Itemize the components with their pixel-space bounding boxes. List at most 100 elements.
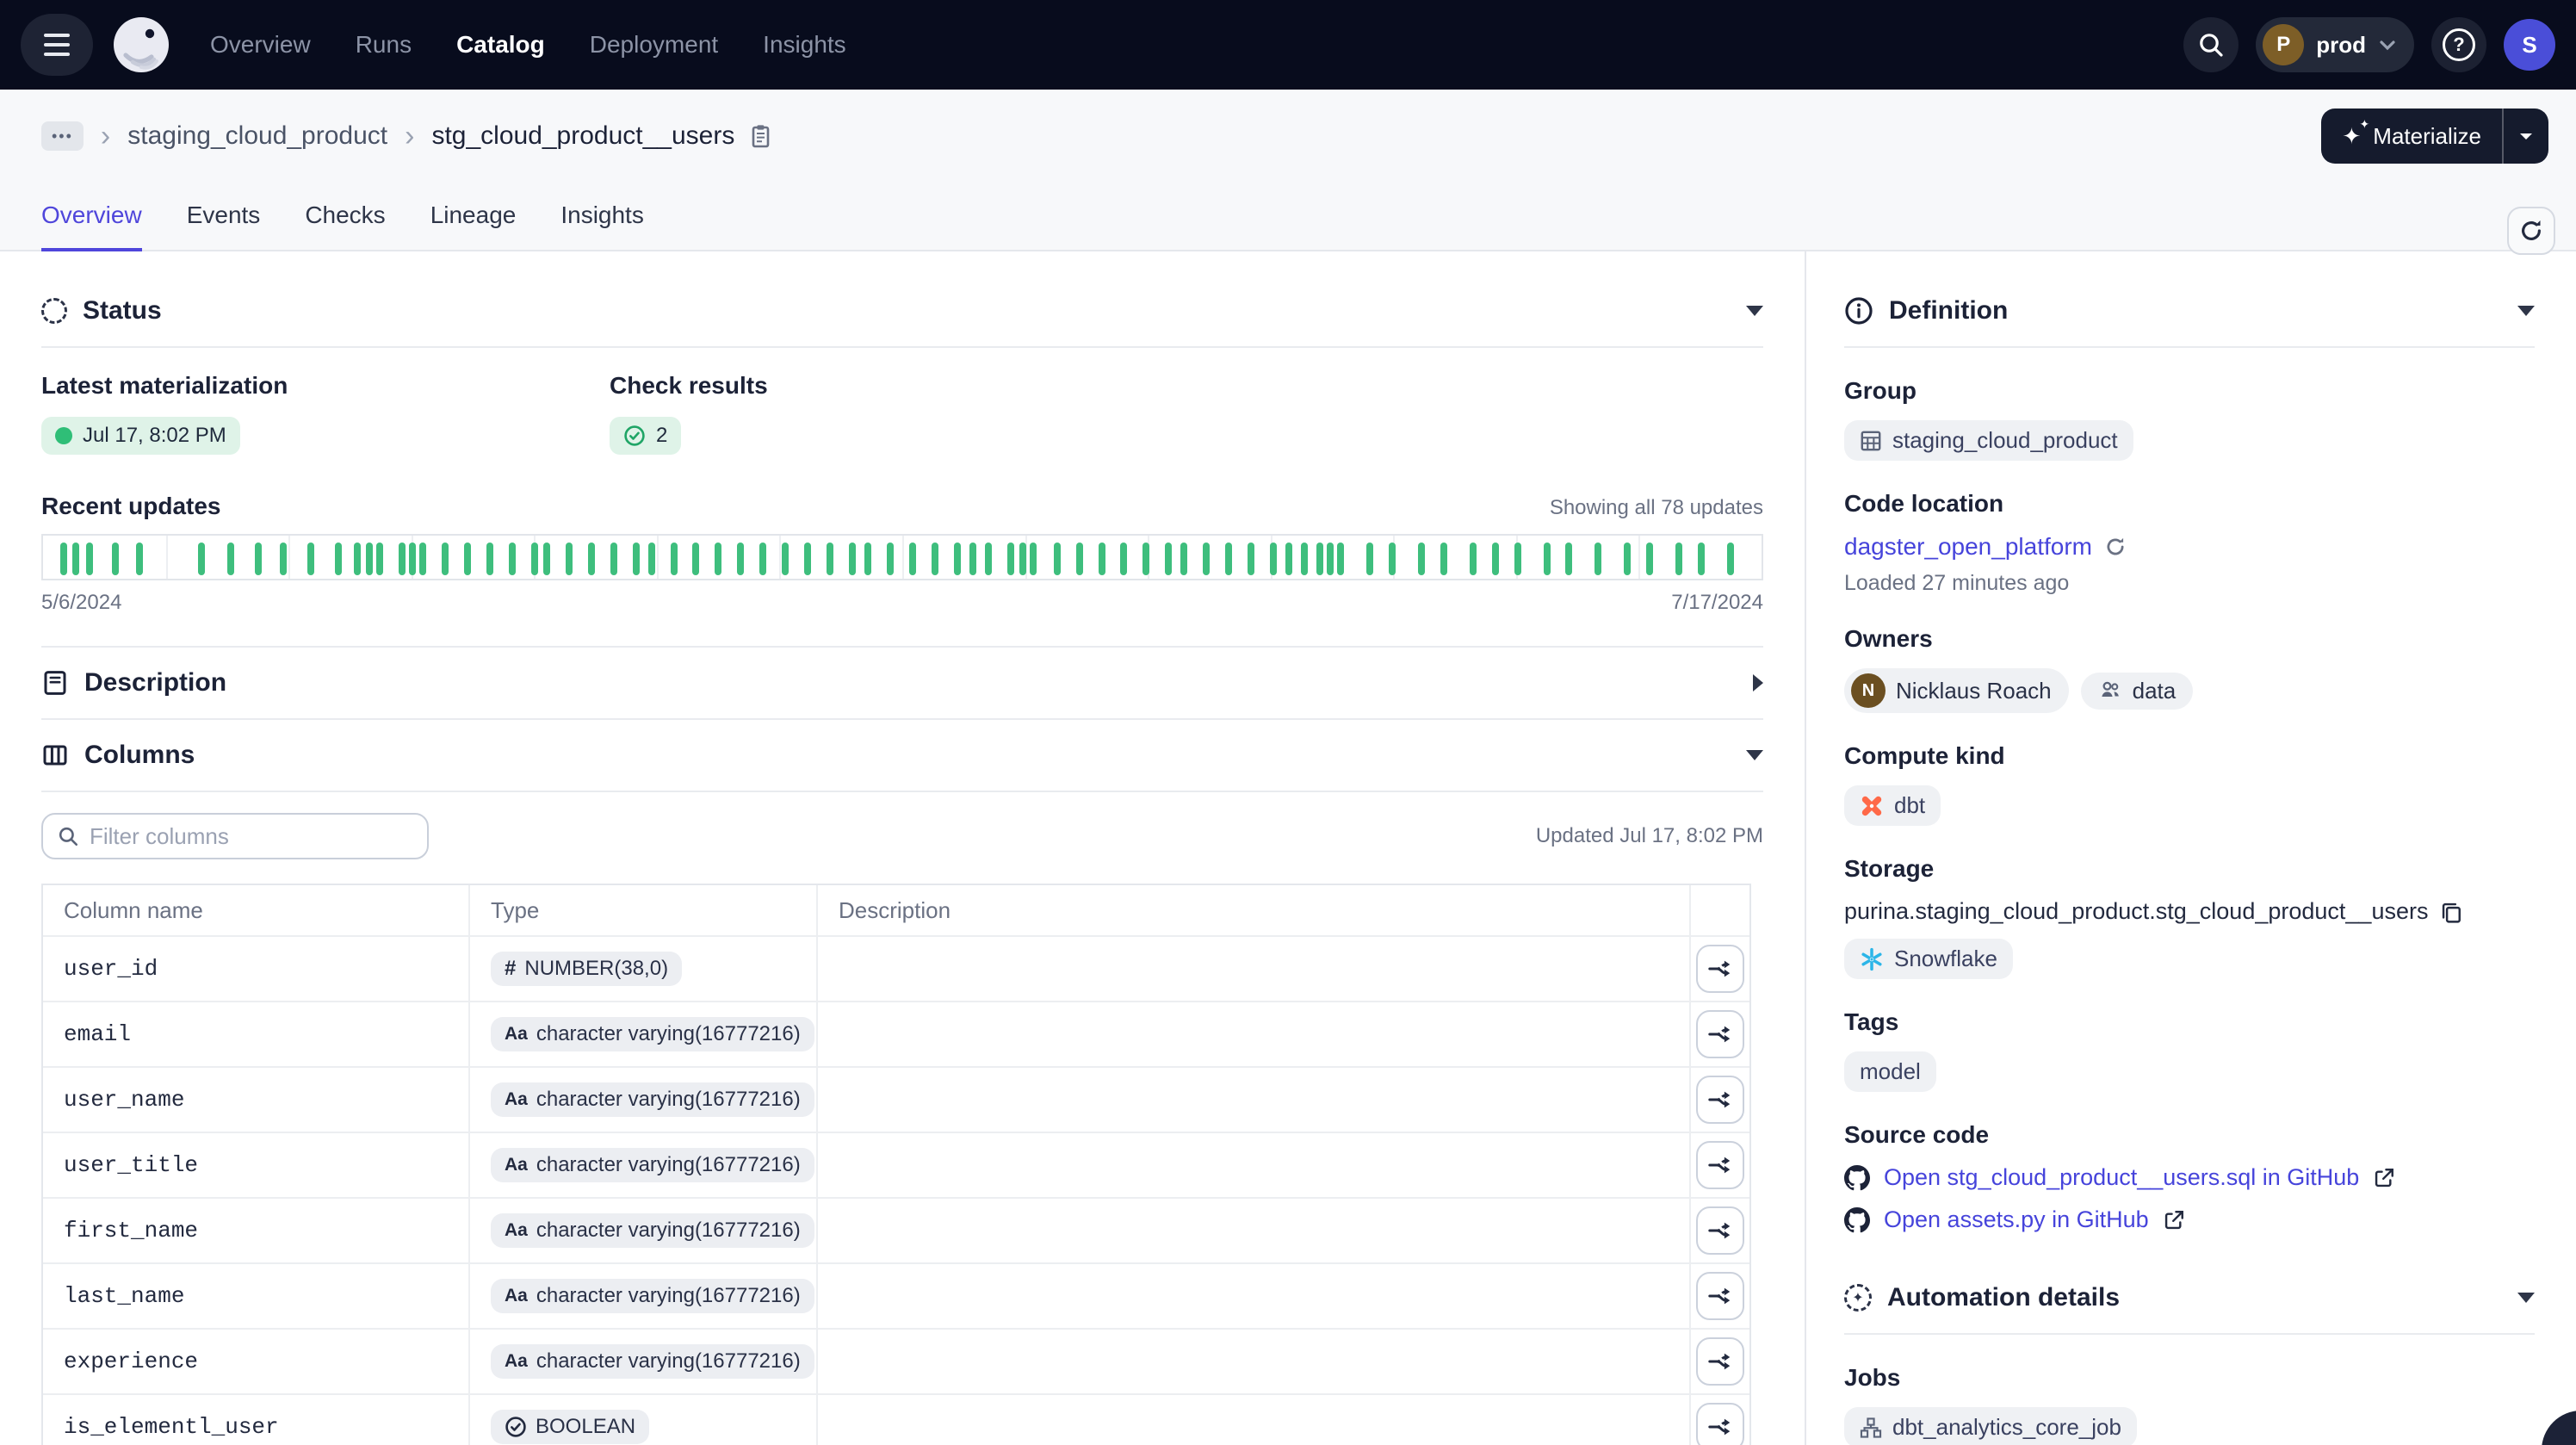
update-tick[interactable] (1019, 543, 1026, 575)
update-tick[interactable] (610, 543, 617, 575)
update-tick[interactable] (72, 543, 79, 575)
update-tick[interactable] (985, 543, 992, 575)
tab[interactable]: Events (187, 183, 261, 251)
update-tick[interactable] (1470, 543, 1477, 575)
description-section-header[interactable]: Description (0, 648, 1805, 718)
reload-icon[interactable] (2104, 536, 2127, 558)
update-tick[interactable] (671, 543, 678, 575)
update-tick[interactable] (1301, 543, 1308, 575)
update-tick[interactable] (1327, 543, 1334, 575)
columns-section-header[interactable]: Columns (0, 720, 1805, 791)
filter-columns-input[interactable] (90, 823, 413, 850)
update-tick[interactable] (419, 543, 426, 575)
update-tick[interactable] (376, 543, 383, 575)
update-tick[interactable] (648, 543, 655, 575)
help-button[interactable]: ? (2431, 17, 2486, 72)
column-lineage-button[interactable] (1696, 1206, 1744, 1255)
update-tick[interactable] (1366, 543, 1373, 575)
nav-item[interactable]: Insights (763, 31, 846, 59)
update-tick[interactable] (1389, 543, 1396, 575)
column-lineage-button[interactable] (1696, 1272, 1744, 1320)
update-tick[interactable] (1142, 543, 1149, 575)
update-tick[interactable] (112, 543, 119, 575)
definition-section-header[interactable]: Definition (1844, 251, 2535, 346)
update-tick[interactable] (442, 543, 449, 575)
update-tick[interactable] (307, 543, 314, 575)
update-tick[interactable] (86, 543, 93, 575)
update-tick[interactable] (1727, 543, 1734, 575)
update-tick[interactable] (1203, 543, 1210, 575)
update-tick[interactable] (1418, 543, 1425, 575)
update-tick[interactable] (1440, 543, 1447, 575)
deployment-switcher[interactable]: P prod (2256, 17, 2414, 72)
update-tick[interactable] (1099, 543, 1105, 575)
update-tick[interactable] (1544, 543, 1551, 575)
nav-item[interactable]: Catalog (456, 31, 545, 59)
tag-pill[interactable]: model (1844, 1051, 1936, 1092)
copy-icon[interactable] (2440, 901, 2462, 923)
update-tick[interactable] (409, 543, 416, 575)
update-tick[interactable] (1492, 543, 1499, 575)
update-tick[interactable] (1007, 543, 1014, 575)
breadcrumb-ellipsis-button[interactable]: ••• (41, 121, 84, 151)
update-tick[interactable] (1225, 543, 1232, 575)
column-lineage-button[interactable] (1696, 1337, 1744, 1386)
code-location-link[interactable]: dagster_open_platform (1844, 533, 2092, 561)
column-lineage-button[interactable] (1696, 1141, 1744, 1189)
update-tick[interactable] (864, 543, 871, 575)
nav-item[interactable]: Deployment (590, 31, 718, 59)
tab[interactable]: Checks (305, 183, 385, 251)
update-tick[interactable] (1054, 543, 1061, 575)
column-lineage-button[interactable] (1696, 945, 1744, 993)
update-tick[interactable] (1624, 543, 1631, 575)
job-pill[interactable]: dbt_analytics_core_job (1844, 1407, 2137, 1445)
refresh-button[interactable] (2507, 207, 2555, 255)
update-tick[interactable] (1675, 543, 1682, 575)
update-tick[interactable] (804, 543, 811, 575)
dagster-logo-icon[interactable] (110, 14, 172, 76)
automation-section-header[interactable]: ✦ Automation details (1844, 1249, 2535, 1333)
update-tick[interactable] (715, 543, 721, 575)
materialize-button[interactable]: ✦✦ Materialize (2321, 123, 2502, 150)
update-tick[interactable] (486, 543, 493, 575)
update-tick[interactable] (969, 543, 976, 575)
update-tick[interactable] (1076, 543, 1083, 575)
breadcrumb-group-link[interactable]: staging_cloud_product (127, 121, 387, 151)
latest-materialization-pill[interactable]: Jul 17, 8:02 PM (41, 417, 240, 455)
tab[interactable]: Overview (41, 183, 142, 251)
update-tick[interactable] (1248, 543, 1254, 575)
update-tick[interactable] (1698, 543, 1705, 575)
update-tick[interactable] (1165, 543, 1172, 575)
column-lineage-button[interactable] (1696, 1010, 1744, 1058)
collapse-caret-icon[interactable] (1746, 750, 1763, 760)
update-tick[interactable] (366, 543, 373, 575)
update-tick[interactable] (60, 543, 67, 575)
update-tick[interactable] (1646, 543, 1653, 575)
update-tick[interactable] (1595, 543, 1601, 575)
search-button[interactable] (2183, 17, 2239, 72)
compute-kind-pill[interactable]: dbt (1844, 785, 1941, 826)
update-tick[interactable] (509, 543, 516, 575)
update-tick[interactable] (227, 543, 234, 575)
update-tick[interactable] (782, 543, 789, 575)
column-lineage-button[interactable] (1696, 1403, 1744, 1445)
update-tick[interactable] (198, 543, 205, 575)
update-tick[interactable] (1180, 543, 1187, 575)
nav-item[interactable]: Overview (210, 31, 311, 59)
update-tick[interactable] (932, 543, 938, 575)
expand-caret-icon[interactable] (1753, 674, 1763, 691)
update-tick[interactable] (335, 543, 342, 575)
collapse-caret-icon[interactable] (2517, 1293, 2535, 1303)
update-tick[interactable] (136, 543, 143, 575)
status-section-header[interactable]: Status (0, 251, 1805, 346)
collapse-caret-icon[interactable] (2517, 306, 2535, 316)
copy-asset-name-button[interactable] (748, 123, 772, 149)
update-tick[interactable] (1337, 543, 1344, 575)
source-code-link[interactable]: Open stg_cloud_product__users.sql in Git… (1884, 1164, 2359, 1191)
update-tick[interactable] (255, 543, 262, 575)
update-tick[interactable] (1120, 543, 1127, 575)
update-tick[interactable] (1316, 543, 1323, 575)
update-tick[interactable] (692, 543, 699, 575)
update-tick[interactable] (849, 543, 856, 575)
update-tick[interactable] (633, 543, 640, 575)
